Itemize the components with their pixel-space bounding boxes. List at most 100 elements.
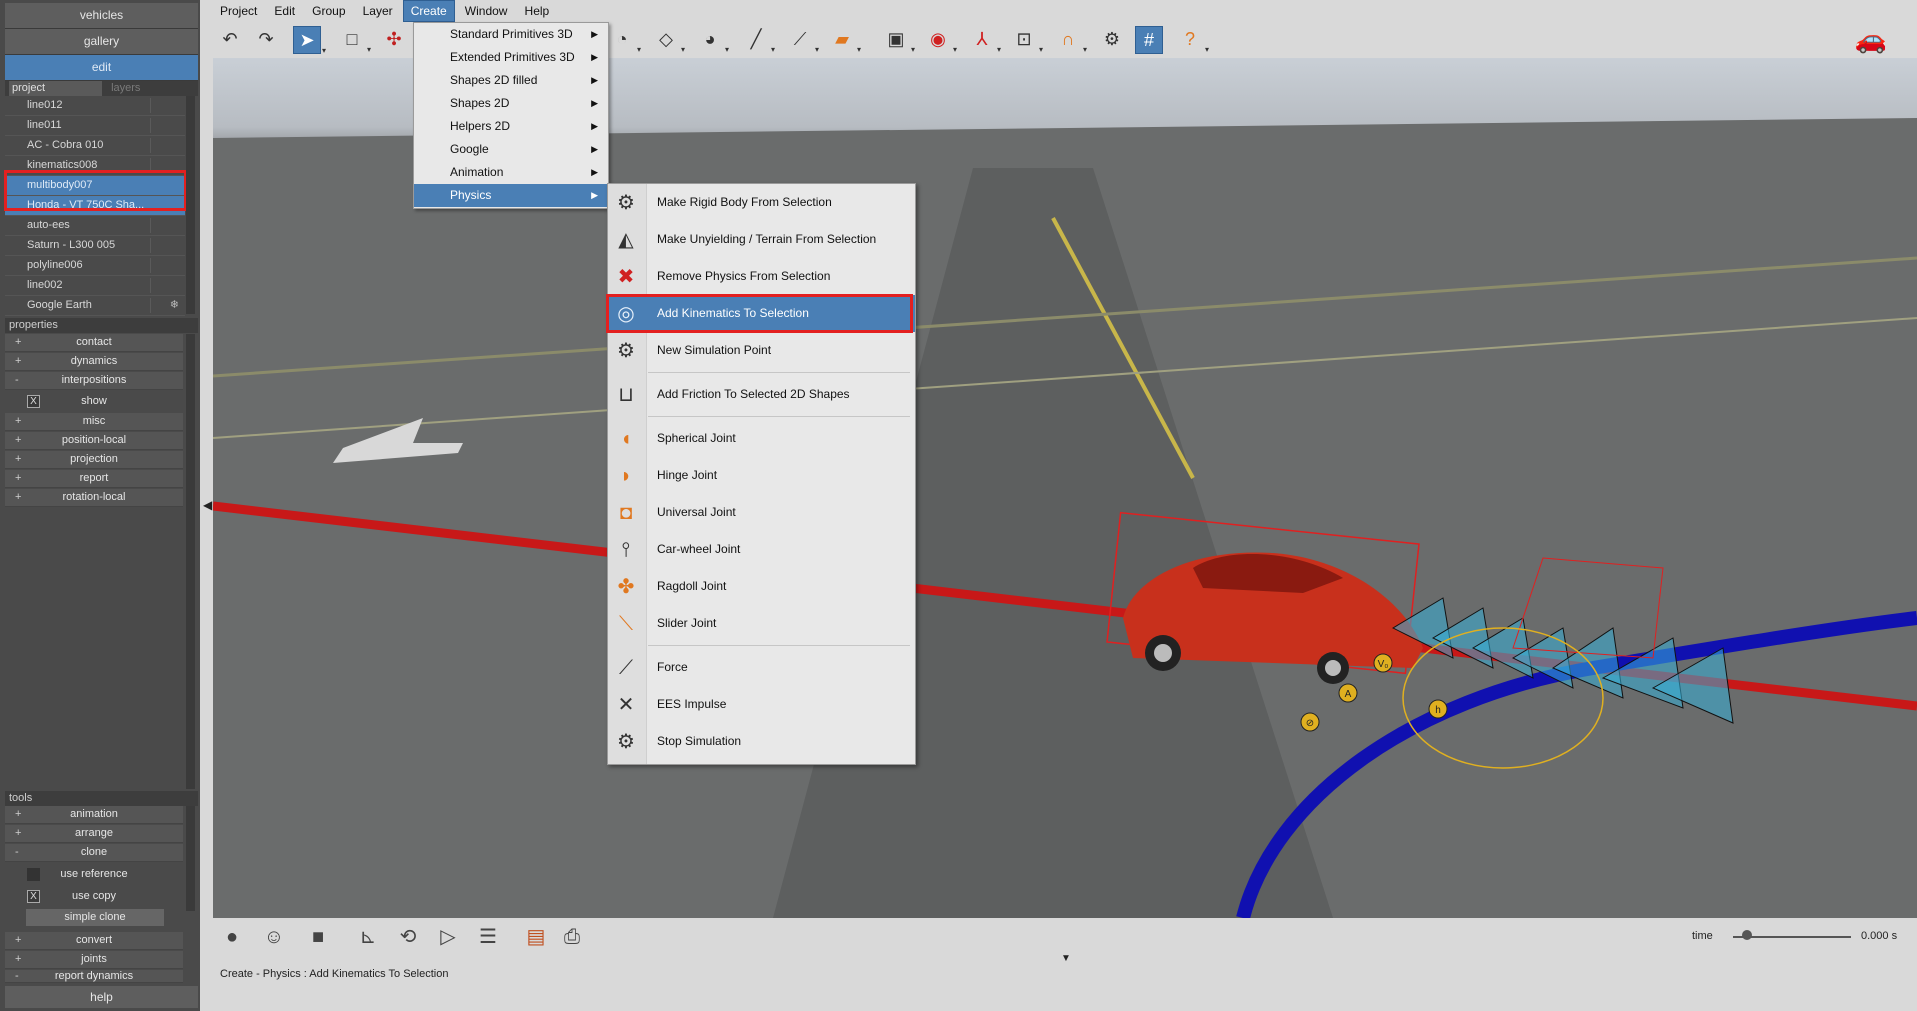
camera-path-icon[interactable]: ⟲ bbox=[393, 922, 423, 952]
tool-arrange[interactable]: + arrange bbox=[5, 825, 183, 843]
property-position-local[interactable]: + position-local bbox=[5, 432, 183, 450]
menu-group[interactable]: Group bbox=[305, 1, 352, 21]
head-view-icon[interactable]: ☺ bbox=[259, 922, 289, 952]
vehicles-button[interactable]: vehicles bbox=[5, 3, 198, 29]
sphere-shading-icon[interactable]: ● bbox=[217, 922, 247, 952]
tool-report-dynamics[interactable]: - report dynamics bbox=[5, 970, 183, 983]
property-interpositions[interactable]: - interpositions bbox=[5, 372, 183, 390]
selection-rectangle-icon[interactable]: □ ▾ bbox=[339, 26, 371, 54]
menu-item-new-simulation-point[interactable]: ⚙ New Simulation Point bbox=[608, 332, 915, 369]
gear-icon[interactable]: ⚙ bbox=[1099, 26, 1125, 52]
time-label: time bbox=[1692, 930, 1713, 942]
menu-item-hinge-joint[interactable]: ◗ Hinge Joint bbox=[608, 457, 915, 494]
simple-clone-button[interactable]: simple clone bbox=[26, 909, 164, 926]
menu-project[interactable]: Project bbox=[213, 1, 264, 21]
tab-layers[interactable]: layers bbox=[105, 81, 140, 96]
property-rotation-local[interactable]: + rotation-local bbox=[5, 489, 183, 507]
menu-item-animation[interactable]: Animation ▶ bbox=[414, 161, 608, 184]
property-projection[interactable]: + projection bbox=[5, 451, 183, 469]
gauge-icon[interactable]: ◕ ▾ bbox=[697, 26, 729, 54]
measure-icon[interactable]: ◔ ▾ bbox=[609, 26, 641, 54]
menu-item-stop-simulation[interactable]: ⚙ Stop Simulation bbox=[608, 723, 915, 760]
menu-item-helpers-2d[interactable]: Helpers 2D ▶ bbox=[414, 115, 608, 138]
list-item[interactable]: Saturn - L300 005 bbox=[5, 236, 185, 256]
submenu-arrow-icon: ▶ bbox=[591, 121, 598, 131]
gallery-button[interactable]: gallery bbox=[5, 29, 198, 55]
list-item[interactable]: line011 bbox=[5, 116, 185, 136]
edit-button[interactable]: edit bbox=[5, 55, 198, 81]
menu-edit[interactable]: Edit bbox=[267, 1, 302, 21]
property-misc[interactable]: + misc bbox=[5, 413, 183, 431]
menu-create[interactable]: Create bbox=[402, 0, 455, 22]
tool-clone[interactable]: - clone bbox=[5, 844, 183, 862]
play-icon[interactable]: ▷ bbox=[433, 922, 463, 952]
line-icon[interactable]: ╱ ▾ bbox=[743, 26, 775, 54]
list-item[interactable]: AC - Cobra 010 bbox=[5, 136, 185, 156]
menu-layer[interactable]: Layer bbox=[356, 1, 400, 21]
properties-scrollbar[interactable] bbox=[186, 334, 195, 789]
list-item[interactable]: auto-ees bbox=[5, 216, 185, 236]
list-item[interactable]: line012 bbox=[5, 96, 185, 116]
help-button[interactable]: help bbox=[5, 986, 198, 1008]
material-swatch-icon[interactable]: ■ bbox=[303, 922, 333, 952]
menu-item-car-wheel-joint[interactable]: ⫯ Car-wheel Joint bbox=[608, 531, 915, 568]
redo-icon[interactable]: ↷ bbox=[253, 26, 279, 52]
menu-item-universal-joint[interactable]: ◘ Universal Joint bbox=[608, 494, 915, 531]
ruler-icon[interactable]: ▰ ▾ bbox=[829, 26, 861, 54]
target-icon[interactable]: ◉ ▾ bbox=[925, 26, 957, 54]
menu-item-physics[interactable]: Physics ▶ bbox=[414, 184, 608, 207]
expand-icon: + bbox=[15, 472, 22, 484]
graph-icon[interactable]: ⊾ bbox=[353, 922, 383, 952]
axes-icon[interactable]: ⅄ ▾ bbox=[969, 26, 1002, 54]
show-checkbox[interactable]: X bbox=[27, 395, 40, 408]
time-value: 0.000 s bbox=[1861, 930, 1898, 942]
collapse-panel-icon[interactable]: ◀ bbox=[203, 498, 212, 512]
dimension-icon[interactable]: ⟋ ▾ bbox=[787, 26, 819, 54]
menubar: Project Edit Group Layer Create Window H… bbox=[213, 0, 556, 22]
print-icon[interactable]: ⎙ bbox=[557, 922, 587, 952]
record-list-icon[interactable]: ☰ bbox=[473, 922, 503, 952]
use-reference-checkbox[interactable] bbox=[27, 868, 40, 881]
menu-item-shapes-2d-filled[interactable]: Shapes 2D filled ▶ bbox=[414, 69, 608, 92]
report-icon[interactable]: ▤ bbox=[521, 922, 551, 952]
tools-scrollbar[interactable] bbox=[186, 806, 195, 911]
camera-icon[interactable]: ⊡ ▾ bbox=[1011, 26, 1043, 54]
menu-item-make-rigid-body[interactable]: ⚙ Make Rigid Body From Selection bbox=[608, 184, 915, 221]
undo-icon[interactable]: ↶ bbox=[217, 26, 243, 52]
use-copy-checkbox[interactable]: X bbox=[27, 890, 40, 903]
menu-item-ees-impulse[interactable]: ✕ EES Impulse bbox=[608, 686, 915, 723]
menu-item-extended-primitives-3d[interactable]: Extended Primitives 3D ▶ bbox=[414, 46, 608, 69]
transform-gizmo-icon[interactable]: ✣ bbox=[381, 26, 407, 52]
list-item[interactable]: Google Earth ❄ bbox=[5, 296, 185, 316]
tool-convert[interactable]: + convert bbox=[5, 932, 183, 950]
tool-animation[interactable]: + animation bbox=[5, 806, 183, 824]
project-scrollbar[interactable] bbox=[186, 96, 195, 314]
menu-item-standard-primitives-3d[interactable]: Standard Primitives 3D ▶ bbox=[414, 23, 608, 46]
select-arrow-icon[interactable]: ➤ ▾ bbox=[293, 26, 326, 55]
plane-icon[interactable]: ◇ ▾ bbox=[653, 26, 685, 54]
menu-item-shapes-2d[interactable]: Shapes 2D ▶ bbox=[414, 92, 608, 115]
expand-down-icon[interactable]: ▼ bbox=[1061, 953, 1071, 964]
menu-window[interactable]: Window bbox=[458, 1, 515, 21]
selection-highlight bbox=[4, 170, 187, 211]
magnet-icon[interactable]: ∩ ▾ bbox=[1055, 26, 1087, 54]
list-item[interactable]: polyline006 bbox=[5, 256, 185, 276]
menu-item-ragdoll-joint[interactable]: ✤ Ragdoll Joint bbox=[608, 568, 915, 605]
menu-item-force[interactable]: ⟋ Force bbox=[608, 649, 915, 686]
menu-item-make-unyielding[interactable]: ◭ Make Unyielding / Terrain From Selectio… bbox=[608, 221, 915, 258]
help-icon[interactable]: ? ▾ bbox=[1177, 26, 1209, 54]
menu-item-slider-joint[interactable]: ⟍ Slider Joint bbox=[608, 605, 915, 642]
list-item[interactable]: line002 bbox=[5, 276, 185, 296]
grid-icon[interactable]: # bbox=[1135, 26, 1163, 54]
menu-item-google[interactable]: Google ▶ bbox=[414, 138, 608, 161]
tool-joints[interactable]: + joints bbox=[5, 951, 183, 969]
menu-item-remove-physics[interactable]: ✖ Remove Physics From Selection bbox=[608, 258, 915, 295]
frame-icon[interactable]: ▣ ▾ bbox=[883, 26, 915, 54]
menu-help[interactable]: Help bbox=[518, 1, 557, 21]
property-dynamics[interactable]: + dynamics bbox=[5, 353, 183, 371]
menu-item-spherical-joint[interactable]: ◖ Spherical Joint bbox=[608, 420, 915, 457]
property-contact[interactable]: + contact bbox=[5, 334, 183, 352]
tab-project[interactable]: project bbox=[9, 81, 102, 96]
menu-item-add-friction[interactable]: ⊔ Add Friction To Selected 2D Shapes bbox=[608, 376, 915, 413]
property-report[interactable]: + report bbox=[5, 470, 183, 488]
